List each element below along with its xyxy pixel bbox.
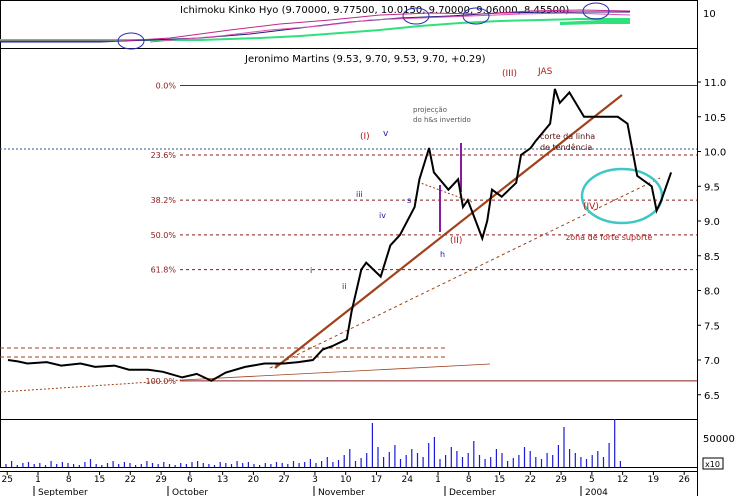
volume-y-tick: 50000 (703, 434, 735, 445)
x-tick-label: 15 (494, 475, 505, 485)
x-tick-label: 6 (187, 475, 193, 485)
y-tick-label: 9.5 (704, 182, 720, 193)
y-tick-label: 8.0 (704, 287, 720, 298)
x-tick-label: 3 (312, 475, 318, 485)
y-tick-label: 8.5 (704, 252, 720, 263)
x-tick-label: 8 (466, 475, 472, 485)
volume-panel (0, 419, 698, 468)
fib-label: 50.0% (151, 231, 177, 240)
month-label: October (172, 488, 208, 496)
volume-multiplier: x10 (705, 460, 720, 469)
x-tick-label: 25 (2, 475, 13, 485)
annotation-wave-I: (I) (360, 132, 370, 142)
annotation-wave-III: (III) (502, 69, 517, 79)
x-tick-label: 15 (94, 475, 105, 485)
x-tick-label: 13 (217, 475, 228, 485)
y-axis-ticks: 11.0 10.5 10.0 9.5 9.0 8.5 8.0 7.5 7.0 6.5 (697, 78, 726, 402)
y-tick-label: 6.5 (704, 391, 720, 402)
x-tick-label: 10 (340, 475, 352, 485)
x-tick-label: 22 (125, 475, 136, 485)
x-tick-label: 5 (589, 475, 595, 485)
annotation-iii: iii (356, 190, 363, 199)
annotation-iv: iv (379, 211, 386, 220)
annotation-wave-IV: (IV) (583, 202, 599, 212)
month-label: December (449, 488, 496, 496)
x-tick-label: 19 (648, 475, 660, 485)
ichimoku-y-tick: 10 (703, 9, 716, 20)
x-tick-label: 27 (278, 475, 289, 485)
fib-label: 0.0% (156, 81, 177, 90)
x-tick-label: 29 (555, 475, 567, 485)
x-tick-label: 26 (678, 475, 690, 485)
y-tick-label: 7.0 (704, 356, 720, 367)
x-axis-ticks: 25 1 8 15 22 29 6 13 20 27 3 10 17 24 1 8 15 22 29 5 12 19 26 S… (2, 471, 690, 496)
y-tick-label: 10.0 (704, 148, 726, 159)
annotation-s-label: s (407, 196, 411, 205)
annotation-zona: zona de forte suporte (566, 233, 652, 242)
x-tick-label: 1 (435, 475, 441, 485)
y-tick-label: 9.0 (704, 217, 720, 228)
fib-label: 38.2% (151, 196, 177, 205)
x-tick-label: 12 (617, 475, 628, 485)
fib-label: 23.6% (151, 151, 177, 160)
main-title: Jeronimo Martins (9.53, 9.70, 9.53, 9.70… (244, 54, 486, 65)
x-tick-label: 17 (371, 475, 382, 485)
x-tick-label: 29 (155, 475, 167, 485)
x-tick-label: 1 (35, 475, 41, 485)
annotation-ii: ii (342, 282, 346, 291)
x-tick-label: 22 (525, 475, 536, 485)
y-tick-label: 7.5 (704, 321, 720, 332)
x-tick-label: 20 (248, 475, 260, 485)
annotation-h-label: h (440, 250, 445, 259)
annotation-jas: JAS (537, 67, 553, 77)
annotation-wave-II: (II) (450, 236, 462, 246)
month-label: 2004 (585, 488, 608, 496)
annotation-v-label: v (383, 129, 389, 139)
month-label: November (318, 488, 365, 496)
month-label: September (38, 488, 88, 496)
chart-canvas: Ichimoku Kinko Hyo (9.70000, 9.77500, 10… (0, 0, 735, 496)
fib-label: 61.8% (151, 266, 177, 275)
y-tick-label: 11.0 (704, 78, 726, 89)
annotation-i-label: i (310, 266, 312, 275)
x-tick-label: 8 (66, 475, 72, 485)
y-tick-label: 10.5 (704, 113, 726, 124)
x-tick-label: 24 (402, 475, 414, 485)
